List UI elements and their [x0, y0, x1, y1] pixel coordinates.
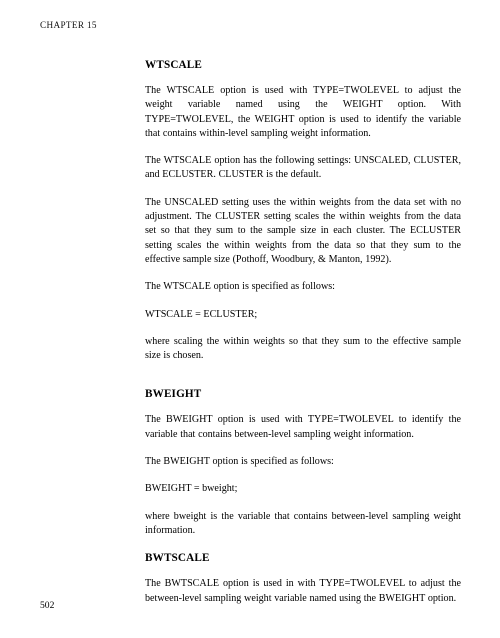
document-page: CHAPTER 15 WTSCALE The WTSCALE option is…: [0, 0, 500, 638]
paragraph-bweight-specified-as-follows: The BWEIGHT option is specified as follo…: [145, 456, 334, 468]
paragraph-wtscale-settings: The WTSCALE option has the following set…: [145, 155, 461, 181]
paragraph-bweight-where-clause: where bweight is the variable that conta…: [145, 510, 461, 536]
page-number: 502: [40, 600, 55, 611]
paragraph-wtscale-where-clause: where scaling the within weights so that…: [145, 335, 461, 362]
paragraph-bwtscale-intro: The BWTSCALE option is used in with TYPE…: [145, 578, 461, 604]
section-heading-bweight: BWEIGHT: [145, 388, 202, 401]
body-text-column: WTSCALE The WTSCALE option is used with …: [145, 58, 461, 606]
code-line-wtscale-ecluster: WTSCALE = ECLUSTER;: [145, 308, 258, 320]
code-line-bweight-bweight: BWEIGHT = bweight;: [145, 483, 238, 495]
paragraph-wtscale-specified-as-follows: The WTSCALE option is specified as follo…: [145, 281, 335, 293]
paragraph-wtscale-settings-detail: The UNSCALED setting uses the within wei…: [145, 196, 461, 265]
paragraph-wtscale-intro: The WTSCALE option is used with TYPE=TWO…: [145, 85, 461, 139]
section-heading-wtscale: WTSCALE: [145, 59, 203, 71]
running-head-chapter: CHAPTER 15: [40, 20, 97, 30]
section-heading-bwtscale: BWTSCALE: [145, 552, 210, 565]
paragraph-bweight-intro: The BWEIGHT option is used with TYPE=TWO…: [145, 414, 461, 440]
